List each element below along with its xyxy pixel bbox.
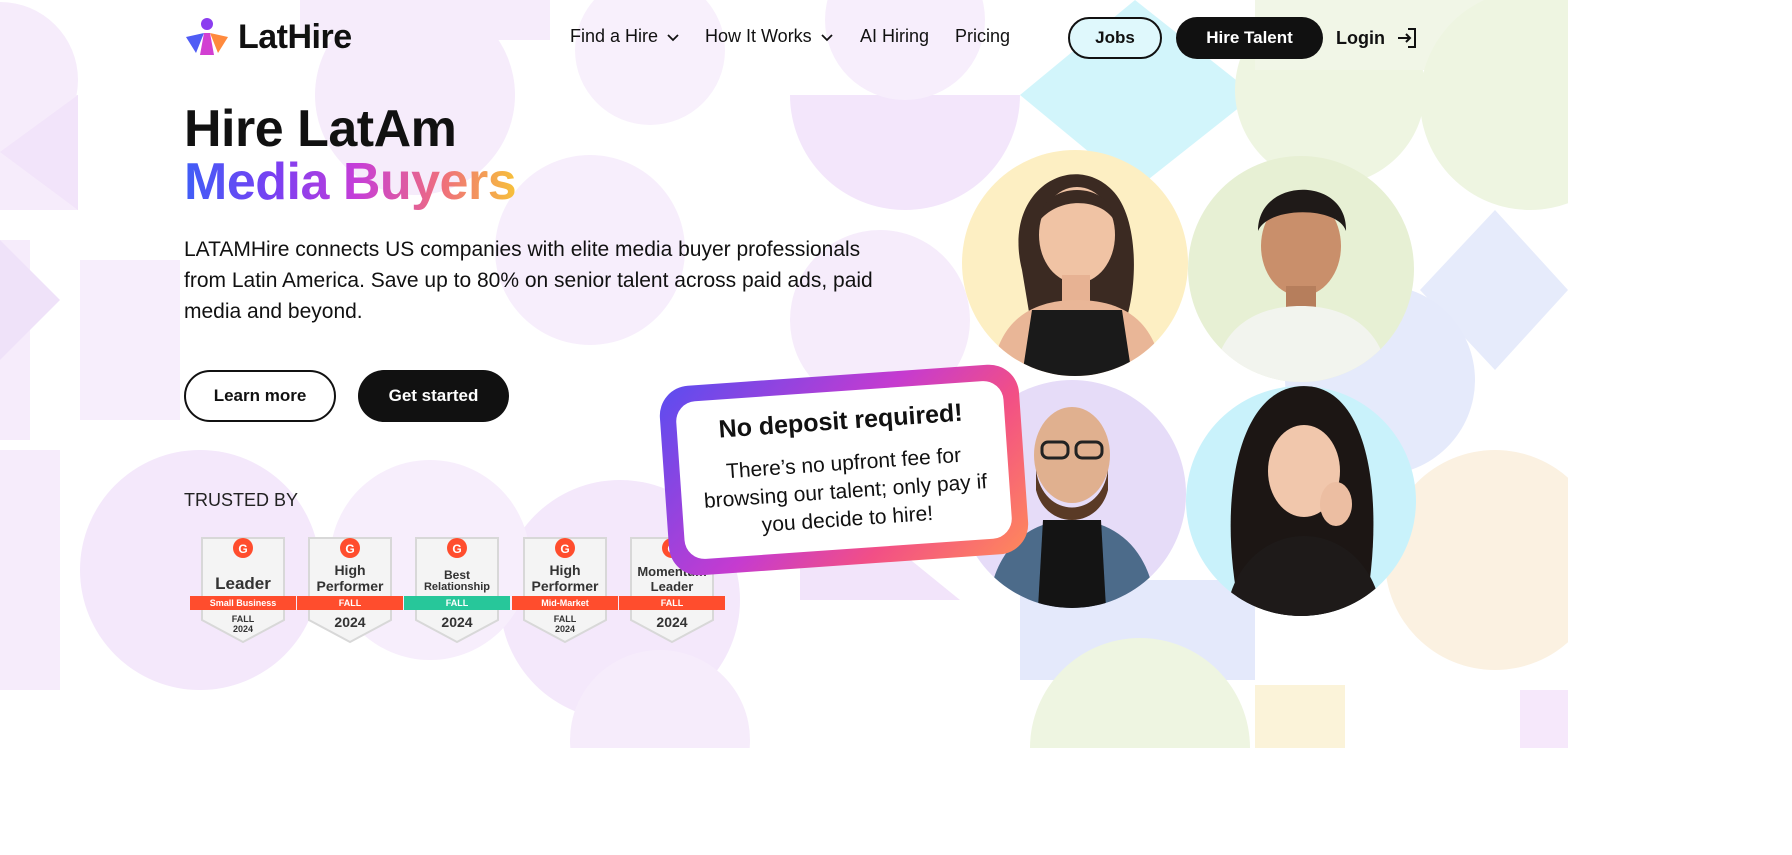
g2-badge: G High Performer Mid-Market FALL 2024: [512, 536, 618, 646]
hero-description: LATAMHire connects US companies with eli…: [184, 238, 873, 323]
nav-how-it-works[interactable]: How It Works: [705, 26, 834, 47]
logo-icon: [186, 18, 228, 55]
nav-pricing[interactable]: Pricing: [955, 26, 1010, 47]
man-portrait-icon: [1213, 189, 1389, 382]
jobs-button[interactable]: Jobs: [1068, 17, 1162, 59]
svg-text:G: G: [452, 542, 461, 556]
get-started-button[interactable]: Get started: [358, 370, 509, 422]
nav-pricing-label: Pricing: [955, 26, 1011, 46]
nav-how-it-works-label: How It Works: [705, 26, 812, 46]
no-deposit-card: No deposit required! There’s no upfront …: [657, 362, 1031, 578]
logo[interactable]: LatHire: [184, 17, 352, 57]
login-link[interactable]: Login: [1336, 26, 1419, 50]
trusted-by-label: TRUSTED BY: [184, 490, 299, 510]
login-icon: [1397, 28, 1416, 48]
card-body: No deposit required! There’s no upfront …: [674, 379, 1014, 561]
logo-text: LatHire: [238, 17, 352, 56]
nav-find-a-hire[interactable]: Find a Hire: [570, 26, 680, 47]
talent-portrait: [1186, 386, 1416, 616]
login-label: Login: [1336, 27, 1385, 48]
svg-text:G: G: [560, 542, 569, 556]
svg-text:G: G: [345, 542, 354, 556]
learn-more-button[interactable]: Learn more: [184, 370, 336, 422]
svg-text:G: G: [238, 542, 247, 556]
nav-ai-hiring[interactable]: AI Hiring: [860, 26, 929, 47]
hero-title: Hire LatAm: [184, 100, 457, 158]
woman-portrait-icon: [1226, 386, 1382, 616]
g2-badge: G High Performer FALL 2024: [297, 536, 403, 646]
nav-ai-hiring-label: AI Hiring: [860, 26, 930, 46]
g2-badge: G Leader Small Business FALL 2024: [190, 536, 296, 646]
woman-portrait-icon: [992, 174, 1162, 376]
talent-portrait: [1188, 156, 1414, 382]
hero-title-gradient: Media Buyers: [184, 153, 517, 211]
g2-badge: G Best Relationship FALL 2024: [404, 536, 510, 646]
card-text: There’s no upfront fee for browsing our …: [703, 443, 988, 537]
chevron-down-icon: [821, 33, 833, 41]
hire-talent-button[interactable]: Hire Talent: [1176, 17, 1323, 59]
chevron-down-icon: [667, 33, 679, 41]
top-navigation: LatHire Find a Hire How It Works AI Hiri…: [0, 0, 1568, 76]
nav-find-a-hire-label: Find a Hire: [570, 26, 659, 46]
talent-portrait: [962, 150, 1188, 376]
card-title: No deposit required!: [717, 398, 964, 444]
